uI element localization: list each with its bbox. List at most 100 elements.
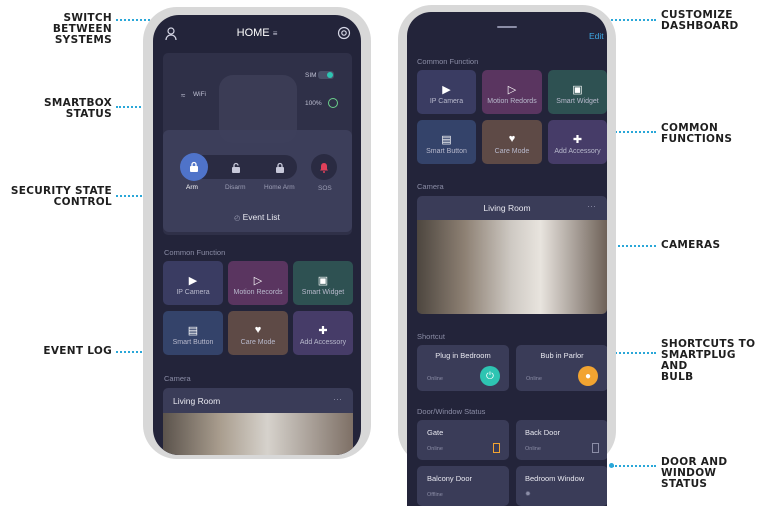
callout-common-functions: COMMON FUNCTIONS <box>661 123 732 145</box>
smart-button-tile[interactable]: ▤ Smart Button <box>163 311 223 355</box>
camera-preview[interactable] <box>163 413 353 455</box>
settings-gear-icon[interactable] <box>337 26 351 40</box>
door-balcony-card[interactable] <box>417 466 509 506</box>
smart-widget-tile[interactable]: ▣ Smart Widget <box>293 261 353 305</box>
ip-camera-tile[interactable]: ▶ IP Camera <box>163 261 223 305</box>
ip-camera-tile[interactable]: ▶ IP Camera <box>417 70 476 114</box>
callout-line-2: WINDOW STATUS <box>661 467 717 490</box>
play-icon: ▷ <box>507 83 517 96</box>
callout-connector <box>612 131 656 133</box>
wifi-label: WiFi <box>193 91 206 98</box>
disarm-label: Disarm <box>225 184 246 191</box>
callout-line-2: SMARTPLUG AND <box>661 349 736 372</box>
smart-widget-tile[interactable]: ▣ Smart Widget <box>548 70 607 114</box>
unlock-icon <box>232 162 240 173</box>
shortcut-name: Plug in Bedroom <box>435 351 491 360</box>
right-phone-screen: Edit Common Function ▶ IP Camera ▷ Motio… <box>407 12 607 506</box>
tile-label: IP Camera <box>429 98 464 105</box>
shortcut-name: Bub in Parlor <box>540 351 584 360</box>
home-arm-button[interactable] <box>275 161 287 173</box>
camera-name: Living Room <box>483 203 531 213</box>
add-accessory-tile[interactable]: ✚ Add Accessory <box>293 311 353 355</box>
home-lock-icon <box>276 162 284 173</box>
home-system-switcher[interactable]: HOME ≡ <box>153 27 361 39</box>
menu-icon: ≡ <box>272 29 278 38</box>
callout-cameras: CAMERAS <box>661 240 720 251</box>
tile-label: Motion Redords <box>487 98 537 105</box>
sos-button[interactable] <box>311 154 337 180</box>
door-window-section-title: Door/Window Status <box>417 407 486 416</box>
heart-icon: ♥ <box>254 324 262 336</box>
camera-name: Living Room <box>173 396 221 406</box>
motion-records-tile[interactable]: ▷ Motion Records <box>228 261 288 305</box>
door-back-card[interactable] <box>516 420 607 460</box>
home-arm-label: Home Arm <box>264 184 295 191</box>
play-icon: ▷ <box>253 274 263 287</box>
more-options-icon[interactable]: ··· <box>333 394 342 404</box>
callout-customize-dashboard: CUSTOMIZE DASHBOARD <box>661 10 738 32</box>
shield-plus-icon: ✚ <box>572 133 583 146</box>
arm-label: Arm <box>186 184 198 191</box>
door-name: Balcony Door <box>427 474 473 483</box>
callout-security-state: SECURITY STATE CONTROL <box>6 186 112 208</box>
camera-preview[interactable] <box>417 220 607 314</box>
callout-line-2: STATUS <box>65 108 112 120</box>
database-icon: ▤ <box>441 133 452 146</box>
event-list-button[interactable]: ◴ Event List <box>153 212 361 222</box>
page-title: HOME <box>236 27 270 39</box>
add-accessory-tile[interactable]: ✚ Add Accessory <box>548 120 607 164</box>
power-icon <box>328 98 338 108</box>
callout-line-2: DASHBOARD <box>661 20 739 32</box>
window-bedroom-card[interactable] <box>516 466 607 506</box>
door-status: Online <box>525 446 541 452</box>
callout-door-window: DOOR AND WINDOW STATUS <box>661 457 760 490</box>
left-phone-screen: HOME ≡ ≈ WiFi SIM 100% Arm Disarm Home A… <box>153 15 361 455</box>
tile-label: Smart Button <box>426 148 467 155</box>
door-gate-card[interactable] <box>417 420 509 460</box>
alarm-bell-icon <box>320 162 328 173</box>
callout-line-2: CONTROL <box>53 196 112 208</box>
arm-button[interactable] <box>180 153 208 181</box>
cube-icon: ▣ <box>572 83 583 96</box>
plug-icon[interactable]: ⏻ <box>480 366 500 386</box>
battery-label: 100% <box>305 100 322 107</box>
wifi-icon: ≈ <box>181 91 186 100</box>
motion-records-tile[interactable]: ▷ Motion Redords <box>482 70 542 114</box>
callout-line-1: SWITCH BETWEEN <box>52 12 112 35</box>
more-options-icon[interactable]: ··· <box>587 201 596 211</box>
camera-icon: ▶ <box>442 83 451 96</box>
camera-section-title: Camera <box>164 374 191 383</box>
disarm-button[interactable] <box>231 161 243 173</box>
shortcut-status: Online <box>427 376 443 382</box>
callout-smartbox-status: SMARTBOX STATUS <box>6 98 112 120</box>
smart-button-tile[interactable]: ▤ Smart Button <box>417 120 476 164</box>
callout-switch-systems: SWITCH BETWEEN SYSTEMS <box>6 13 112 46</box>
camera-section-title: Camera <box>417 182 444 191</box>
clock-icon: ◴ <box>234 215 241 222</box>
shortcut-status: Online <box>526 376 542 382</box>
care-mode-tile[interactable]: ♥ Care Mode <box>482 120 542 164</box>
camera-icon: ▶ <box>188 274 198 287</box>
tile-label: Care Mode <box>240 339 276 346</box>
callout-shortcuts: SHORTCUTS TO SMARTPLUG AND BULB <box>661 339 760 383</box>
callout-line-1: CAMERAS <box>661 239 721 251</box>
sim-status-dot <box>327 72 333 78</box>
sim-label: SIM <box>305 72 317 79</box>
sim-status-icon <box>318 71 334 79</box>
loading-spinner-icon: ✹ <box>525 491 531 498</box>
door-name: Bedroom Window <box>525 474 585 483</box>
edit-button[interactable]: Edit <box>589 31 604 41</box>
care-mode-tile[interactable]: ♥ Care Mode <box>228 311 288 355</box>
common-function-title: Common Function <box>417 57 479 66</box>
bulb-icon[interactable]: ● <box>578 366 598 386</box>
tile-label: IP Camera <box>176 289 210 296</box>
event-list-label: Event List <box>242 212 280 222</box>
database-icon: ▤ <box>187 324 199 337</box>
callout-dot <box>609 463 614 468</box>
tile-label: Smart Button <box>172 339 214 346</box>
tile-label: Add Accessory <box>299 339 347 346</box>
door-status: Online <box>427 446 443 452</box>
tile-label: Add Accessory <box>554 148 601 155</box>
callout-line-2: SYSTEMS <box>54 34 112 46</box>
sos-label: SOS <box>318 185 332 192</box>
